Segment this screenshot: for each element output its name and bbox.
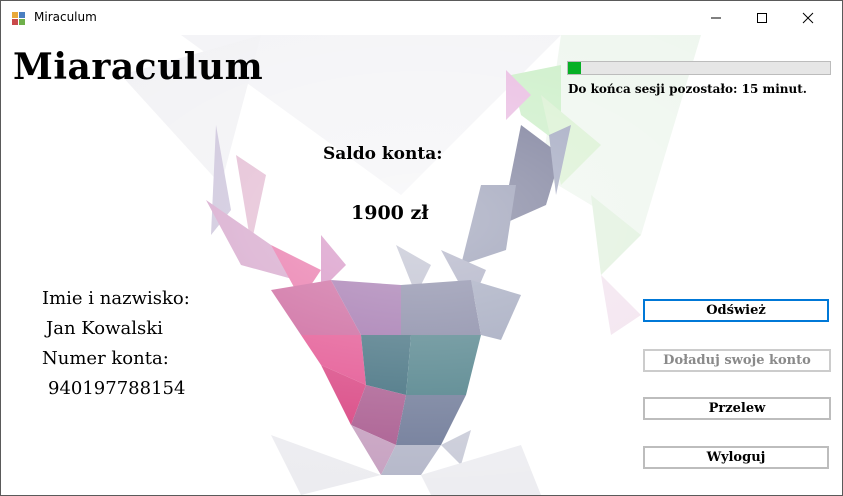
maximize-button[interactable] (739, 1, 785, 35)
account-number-label: Numer konta: (42, 348, 169, 369)
session-progress-bar (567, 61, 831, 75)
title-bar[interactable]: Miraculum (1, 1, 842, 35)
refresh-button[interactable]: Odśwież (643, 299, 829, 322)
main-panel: Miaraculum Do końca sesji pozostało: 15 … (1, 35, 842, 495)
low-poly-deer-head-icon (1, 35, 842, 495)
close-button[interactable] (785, 1, 831, 35)
close-icon (802, 12, 814, 24)
winforms-app-icon (12, 12, 25, 25)
app-window: Miraculum Miaraculum Do końca sesji pozo… (0, 0, 843, 496)
minimize-button[interactable] (693, 1, 739, 35)
maximize-icon (757, 13, 767, 23)
window-title: Miraculum (34, 10, 97, 24)
transfer-button[interactable]: Przelew (643, 397, 831, 420)
minimize-icon (711, 17, 721, 19)
balance-value: 1900 zł (351, 202, 429, 224)
name-value: Jan Kowalski (46, 318, 163, 339)
app-title: Miaraculum (13, 46, 264, 88)
session-progress-fill (568, 62, 582, 74)
balance-label: Saldo konta: (323, 144, 443, 164)
topup-button[interactable]: Doładuj swoje konto (643, 349, 831, 372)
session-remaining-text: Do końca sesji pozostało: 15 minut. (568, 82, 807, 96)
name-label: Imie i nazwisko: (42, 288, 190, 309)
account-number-value: 940197788154 (48, 378, 186, 399)
logout-button[interactable]: Wyloguj (643, 446, 829, 469)
